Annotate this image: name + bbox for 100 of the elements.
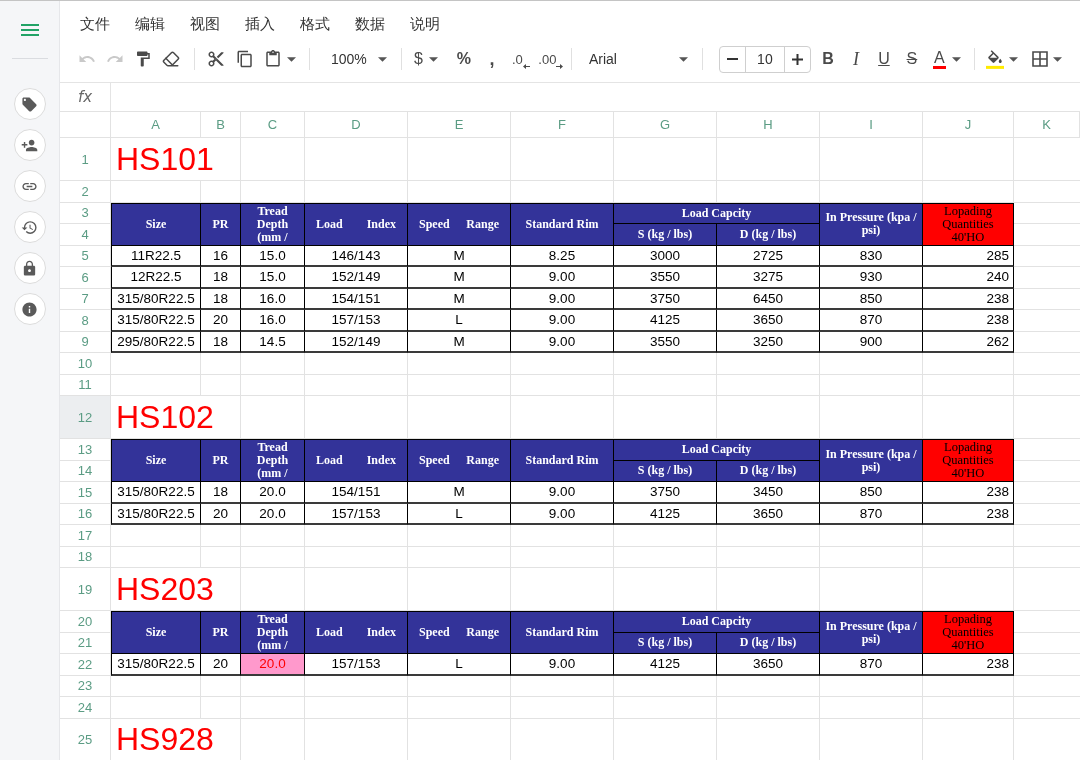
table-cell: M (408, 482, 511, 504)
table-cell: 315/80R22.5 (111, 654, 201, 676)
table-cell: M (408, 288, 511, 310)
table-header: Lopading Quantities 40'HO (923, 202, 1014, 246)
table-cell: 3450 (717, 482, 820, 504)
table-cell: 18 (201, 331, 241, 353)
row-number[interactable]: 12 (60, 396, 111, 439)
table-cell: 9.00 (511, 310, 614, 332)
table-cell: 6450 (717, 288, 820, 310)
table-header: PR (201, 439, 241, 482)
table-cell: 3275 (717, 267, 820, 289)
table-header: S (kg / lbs) (614, 632, 717, 654)
table-header: Load Capcity (614, 202, 820, 224)
sidebar-button[interactable] (13, 170, 46, 202)
table-cell: 238 (923, 503, 1014, 525)
table-cell: L (408, 310, 511, 332)
table-header: Load Index (305, 202, 408, 246)
table-cell: 157/153 (305, 503, 408, 525)
table-cell: 9.00 (511, 331, 614, 353)
table-cell: 9.00 (511, 267, 614, 289)
table-cell: 16 (201, 245, 241, 267)
table-cell: M (408, 245, 511, 267)
history-icon (21, 218, 38, 236)
menu-item[interactable]: 格式 (300, 15, 330, 34)
table-cell: 3750 (614, 482, 717, 504)
sidebar-button[interactable] (13, 211, 46, 243)
percent-button[interactable]: % (450, 46, 477, 72)
caret-icon (287, 56, 296, 62)
table-cell: 238 (923, 288, 1014, 310)
table-cell: 3250 (717, 331, 820, 353)
table-header: D (kg / lbs) (717, 224, 820, 246)
table-cell: 930 (820, 267, 923, 289)
table-header: Speed Range (408, 611, 511, 654)
comma-button[interactable]: , (478, 46, 505, 72)
table-cell: 20.0 (241, 503, 305, 525)
table-cell: 8.25 (511, 245, 614, 267)
table-cell: 285 (923, 245, 1014, 267)
table-cell: 238 (923, 654, 1014, 676)
table-cell: 870 (820, 654, 923, 676)
table-cell: L (408, 503, 511, 525)
plus-icon (791, 53, 803, 65)
menu-item[interactable]: 数据 (355, 15, 385, 34)
table-cell: 3000 (614, 245, 717, 267)
table-cell: 18 (201, 267, 241, 289)
clipboard-icon (264, 50, 282, 68)
text-color-button[interactable]: A (926, 46, 964, 72)
table-header: Speed Range (408, 439, 511, 482)
table-cell: 20.0 (241, 654, 305, 676)
table-cell: 2725 (717, 245, 820, 267)
table-cell: 315/80R22.5 (111, 503, 201, 525)
strikethrough-button[interactable]: S (898, 46, 925, 72)
table-cell: 154/151 (305, 482, 408, 504)
table-cell: 315/80R22.5 (111, 310, 201, 332)
menu-item[interactable]: 插入 (245, 15, 275, 34)
increase-decimal-button[interactable]: .00 (536, 46, 565, 72)
caret-icon (1008, 56, 1018, 62)
table-cell: 157/153 (305, 654, 408, 676)
info-icon (21, 300, 38, 318)
table-header: In Pressure (kpa / psi) (820, 439, 923, 482)
table-cell: 870 (820, 310, 923, 332)
table-header: Load Capcity (614, 439, 820, 461)
italic-button[interactable]: I (842, 46, 869, 72)
table-cell: 238 (923, 310, 1014, 332)
menu-item[interactable]: 视图 (190, 15, 220, 34)
caret-icon (678, 56, 688, 62)
table-cell: 9.00 (511, 288, 614, 310)
caret-icon (951, 56, 961, 62)
table-cell: M (408, 267, 511, 289)
decrease-decimal-button[interactable]: .0 (506, 46, 535, 72)
table-header: Load Index (305, 611, 408, 654)
menu-item[interactable]: 说明 (410, 15, 440, 34)
font-select[interactable]: Arial (579, 46, 694, 72)
tag-icon (21, 95, 38, 113)
zoom-select[interactable]: 100% (321, 46, 393, 72)
currency-button[interactable]: $ (408, 46, 441, 72)
sidebar-button[interactable] (13, 252, 46, 284)
menu-item[interactable]: 文件 (80, 15, 110, 34)
table-cell: 15.0 (241, 245, 305, 267)
table-cell: 20 (201, 310, 241, 332)
sidebar-button[interactable] (13, 88, 46, 120)
table-header: Standard Rim (511, 202, 614, 246)
table-cell: 9.00 (511, 654, 614, 676)
menu-item[interactable]: 编辑 (135, 15, 165, 34)
table-cell: 14.5 (241, 331, 305, 353)
table-header: Lopading Quantities 40'HO (923, 611, 1014, 654)
font-size-field[interactable]: 10 (744, 46, 785, 72)
table-cell: 20 (201, 503, 241, 525)
underline-button[interactable]: U (870, 46, 897, 72)
caret-icon (428, 56, 438, 62)
table-cell: 146/143 (305, 245, 408, 267)
table-cell: 16.0 (241, 310, 305, 332)
sidebar-button[interactable] (13, 293, 46, 325)
table-header: In Pressure (kpa / psi) (820, 611, 923, 654)
lock-icon (21, 259, 38, 277)
table-header: Size (111, 439, 201, 482)
table-cell: 15.0 (241, 267, 305, 289)
bold-button[interactable]: B (814, 46, 841, 72)
table-cell: 12R22.5 (111, 267, 201, 289)
table-cell: 3650 (717, 654, 820, 676)
sidebar-button[interactable] (13, 129, 46, 161)
